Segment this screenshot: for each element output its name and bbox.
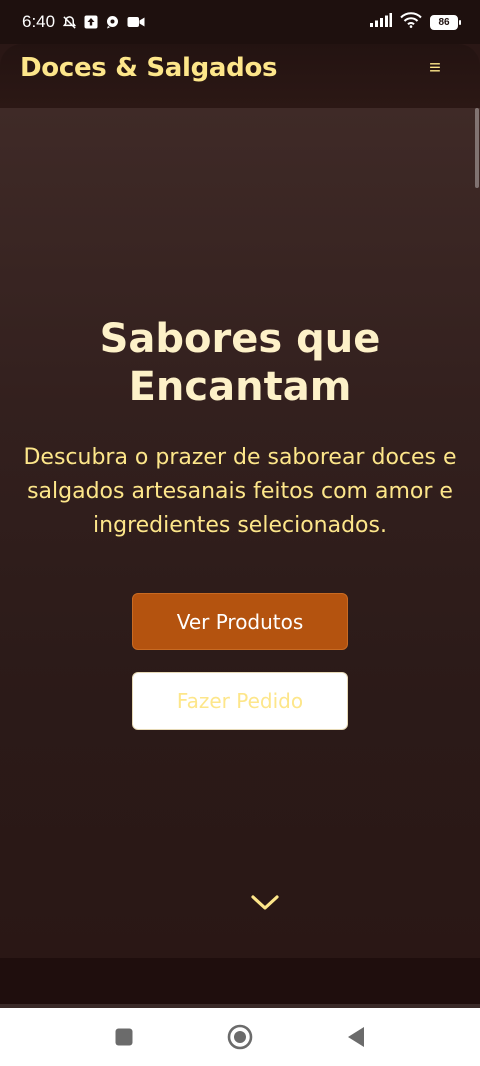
recent-apps-icon[interactable]	[109, 1022, 139, 1052]
hero-subtitle: Descubra o prazer de saborear doces e sa…	[23, 445, 457, 538]
page-scrollbar[interactable]	[475, 108, 479, 188]
status-bar: 6:40 86	[0, 0, 480, 44]
battery-icon: 86	[430, 14, 461, 30]
upload-icon	[84, 14, 98, 30]
back-icon[interactable]	[341, 1022, 371, 1052]
hero-section: Sabores que Encantam Descubra o prazer d…	[0, 108, 480, 958]
home-icon[interactable]	[225, 1022, 255, 1052]
signal-icon	[370, 12, 392, 32]
mute-alarm-icon	[62, 14, 77, 30]
app-header: Doces & Salgados ≡	[0, 44, 480, 108]
hamburger-menu-icon[interactable]: ≡	[424, 48, 446, 88]
status-time: 6:40	[22, 12, 56, 31]
status-left: 6:40	[22, 12, 145, 32]
view-products-button[interactable]: Ver Produtos	[132, 593, 348, 650]
wifi-icon	[400, 11, 422, 33]
status-right: 86	[370, 11, 461, 33]
hero-title: Sabores que Encantam	[99, 316, 381, 410]
next-section	[0, 958, 480, 1008]
video-icon	[127, 14, 145, 30]
chat-icon	[105, 14, 120, 30]
system-nav-bar	[0, 1008, 480, 1066]
brand-title[interactable]: Doces & Salgados	[20, 48, 278, 88]
chevron-down-icon[interactable]	[248, 890, 282, 916]
place-order-button[interactable]: Fazer Pedido	[132, 672, 348, 730]
